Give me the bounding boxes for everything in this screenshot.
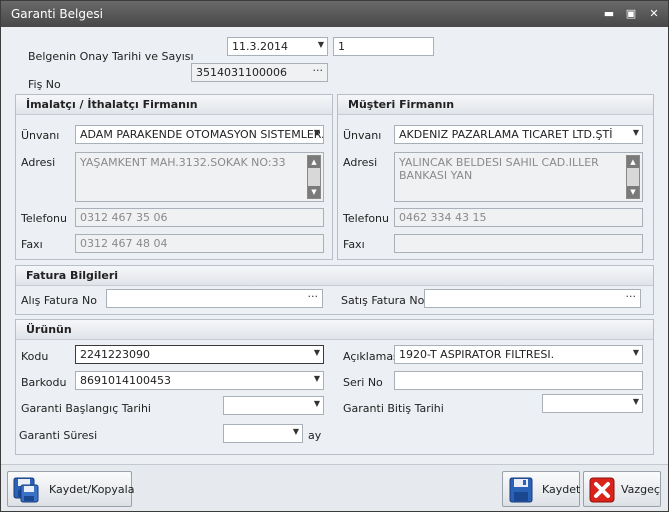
- imalatci-header-text: İmalatçı / İthalatçı Firmanın: [26, 98, 198, 111]
- scroll-down-icon[interactable]: ▼: [308, 186, 320, 198]
- imalatci-telefon-value: 0312 467 35 06: [80, 211, 168, 224]
- kaydet-kopyala-label: Kaydet/Kopyala: [49, 483, 135, 496]
- fis-no-value: 3514031100006: [196, 66, 287, 79]
- musteri-unvan-select[interactable]: AKDENIZ PAZARLAMA TICARET LTD.ŞTİ ▼: [394, 125, 643, 144]
- chevron-down-icon[interactable]: ▼: [293, 427, 299, 436]
- alis-fatura-input[interactable]: ···: [106, 289, 323, 308]
- kodu-value: 2241223090: [80, 348, 150, 361]
- vazgec-button[interactable]: Vazgeç: [583, 471, 661, 507]
- musteri-telefon-value: 0462 334 43 15: [399, 211, 487, 224]
- seri-label: Seri No: [343, 376, 383, 389]
- onay-label: Belgenin Onay Tarihi ve Sayısı: [28, 50, 194, 63]
- minimize-icon[interactable]: ▬: [601, 6, 617, 22]
- onay-date-value: 11.3.2014: [232, 40, 288, 53]
- floppy-copy-icon: [13, 477, 39, 503]
- barkod-label: Barkodu: [21, 376, 67, 389]
- musteri-adres-value: YALINCAK BELDESI SAHIL CAD.ILLER BANKASI…: [399, 156, 599, 182]
- kodu-label: Kodu: [21, 350, 49, 363]
- imalatci-telefon-field[interactable]: 0312 467 35 06: [75, 208, 324, 227]
- musteri-adres-label: Adresi: [343, 156, 378, 169]
- cancel-icon: [589, 477, 615, 503]
- title-bar[interactable]: Garanti Belgesi ▬ ▣ ✕: [1, 1, 668, 27]
- onay-date-picker[interactable]: 11.3.2014 ▼: [227, 37, 328, 56]
- chevron-down-icon[interactable]: ▼: [318, 40, 324, 49]
- musteri-unvan-value: AKDENIZ PAZARLAMA TICARET LTD.ŞTİ: [399, 128, 613, 141]
- chevron-down-icon[interactable]: ▼: [314, 128, 320, 137]
- vazgec-label: Vazgeç: [621, 483, 660, 496]
- sure-label: Garanti Süresi: [19, 429, 98, 442]
- close-icon[interactable]: ✕: [646, 6, 662, 22]
- seri-input[interactable]: [394, 371, 643, 390]
- chevron-down-icon[interactable]: ▼: [633, 348, 639, 357]
- imalatci-fax-label: Faxı: [21, 238, 43, 251]
- kaydet-kopyala-button[interactable]: Kaydet/Kopyala: [7, 471, 135, 507]
- musteri-telefon-label: Telefonu: [343, 212, 389, 225]
- sure-unit: ay: [308, 429, 322, 442]
- imalatci-unvan-value: ADAM PARAKENDE OTOMASYON SISTEMLER...: [80, 128, 324, 141]
- musteri-unvan-label: Ünvanı: [343, 129, 382, 142]
- alis-fatura-label: Alış Fatura No: [21, 294, 97, 307]
- scrollbar[interactable]: ▲ ▼: [626, 155, 640, 199]
- baslangic-label: Garanti Başlangıç Tarihi: [21, 402, 151, 415]
- chevron-down-icon[interactable]: ▼: [633, 397, 639, 406]
- scroll-up-icon[interactable]: ▲: [627, 156, 639, 168]
- bitis-date-picker[interactable]: ▼: [542, 394, 643, 413]
- kaydet-button[interactable]: Kaydet: [502, 471, 580, 507]
- chevron-down-icon[interactable]: ▼: [314, 399, 320, 408]
- scroll-down-icon[interactable]: ▼: [627, 186, 639, 198]
- imalatci-adres-label: Adresi: [21, 156, 56, 169]
- barkod-select[interactable]: 8691014100453 ▼: [75, 371, 324, 390]
- kaydet-label: Kaydet: [542, 483, 581, 496]
- fis-no-field[interactable]: 3514031100006 ···: [191, 63, 328, 82]
- imalatci-telefon-label: Telefonu: [21, 212, 67, 225]
- floppy-icon: [509, 477, 533, 503]
- scroll-up-icon[interactable]: ▲: [308, 156, 320, 168]
- musteri-header-text: Müşteri Firmanın: [348, 98, 455, 111]
- musteri-fax-label: Faxı: [343, 238, 365, 251]
- onay-sayi-input[interactable]: 1: [333, 37, 434, 56]
- baslangic-date-picker[interactable]: ▼: [223, 396, 324, 415]
- imalatci-adres-field[interactable]: YAŞAMKENT MAH.3132.SOKAK NO:33 ▲ ▼: [75, 152, 324, 202]
- chevron-down-icon[interactable]: ▼: [314, 348, 320, 357]
- chevron-down-icon[interactable]: ▼: [633, 128, 639, 137]
- imalatci-unvan-select[interactable]: ADAM PARAKENDE OTOMASYON SISTEMLER... ▼: [75, 125, 324, 144]
- imalatci-fax-value: 0312 467 48 04: [80, 237, 168, 250]
- urun-header-text: Ürünün: [26, 323, 72, 336]
- urun-header: Ürünün: [16, 320, 653, 340]
- imalatci-header: İmalatçı / İthalatçı Firmanın: [16, 95, 332, 115]
- scrollbar[interactable]: ▲ ▼: [307, 155, 321, 199]
- ellipsis-icon[interactable]: ···: [626, 290, 637, 303]
- ellipsis-icon[interactable]: ···: [308, 290, 319, 303]
- musteri-header: Müşteri Firmanın: [338, 95, 653, 115]
- imalatci-adres-value: YAŞAMKENT MAH.3132.SOKAK NO:33: [80, 156, 286, 169]
- fatura-header-text: Fatura Bilgileri: [26, 269, 119, 282]
- chevron-down-icon[interactable]: ▼: [314, 374, 320, 383]
- aciklama-value: 1920-T ASPIRATOR FILTRESI.: [399, 348, 555, 361]
- musteri-adres-field[interactable]: YALINCAK BELDESI SAHIL CAD.ILLER BANKASI…: [394, 152, 643, 202]
- musteri-fax-field[interactable]: [394, 234, 643, 253]
- satis-fatura-label: Satış Fatura No: [341, 294, 425, 307]
- imalatci-unvan-label: Ünvanı: [21, 129, 60, 142]
- onay-sayi-value: 1: [338, 40, 345, 53]
- aciklama-select[interactable]: 1920-T ASPIRATOR FILTRESI. ▼: [394, 345, 643, 364]
- sure-select[interactable]: ▼: [223, 424, 303, 443]
- fis-label: Fiş No: [28, 78, 61, 91]
- kodu-select[interactable]: 2241223090 ▼: [75, 345, 324, 364]
- bitis-label: Garanti Bitiş Tarihi: [343, 402, 444, 415]
- satis-fatura-input[interactable]: ···: [424, 289, 641, 308]
- garanti-belgesi-window: Garanti Belgesi ▬ ▣ ✕ Belgenin Onay Tari…: [0, 0, 669, 512]
- fatura-header: Fatura Bilgileri: [16, 266, 653, 286]
- window-title: Garanti Belgesi: [11, 7, 103, 21]
- maximize-icon[interactable]: ▣: [623, 6, 639, 22]
- barkod-value: 8691014100453: [80, 374, 171, 387]
- imalatci-fax-field[interactable]: 0312 467 48 04: [75, 234, 324, 253]
- musteri-telefon-field[interactable]: 0462 334 43 15: [394, 208, 643, 227]
- ellipsis-icon[interactable]: ···: [313, 64, 324, 77]
